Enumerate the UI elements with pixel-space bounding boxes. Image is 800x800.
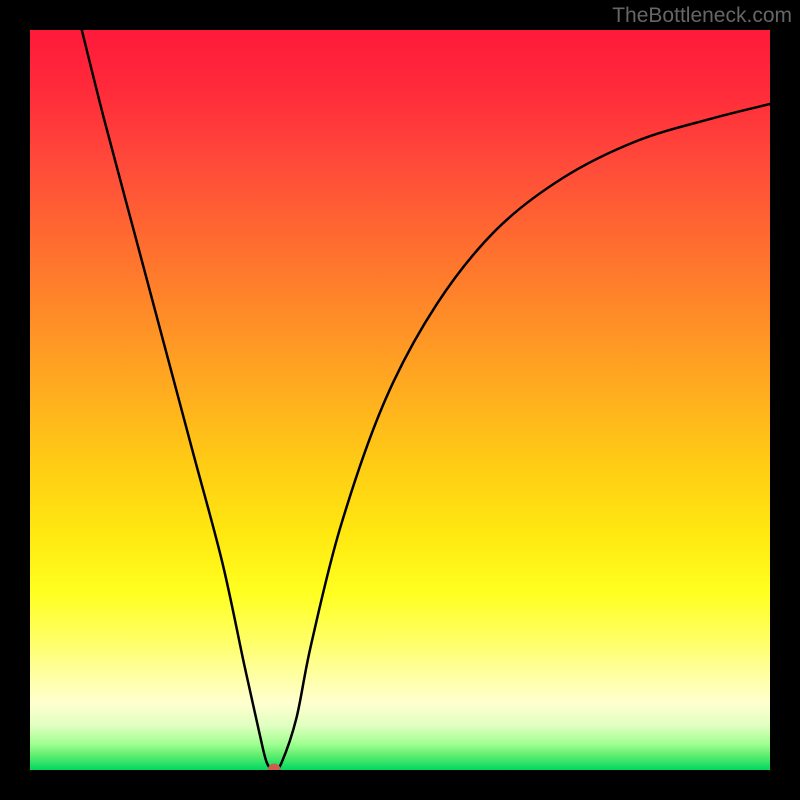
plot-area [30,30,770,770]
curve-svg [30,30,770,770]
optimum-marker [268,764,280,770]
watermark-text: TheBottleneck.com [612,4,792,28]
bottleneck-curve-path [82,30,770,770]
chart-container: TheBottleneck.com [0,0,800,800]
